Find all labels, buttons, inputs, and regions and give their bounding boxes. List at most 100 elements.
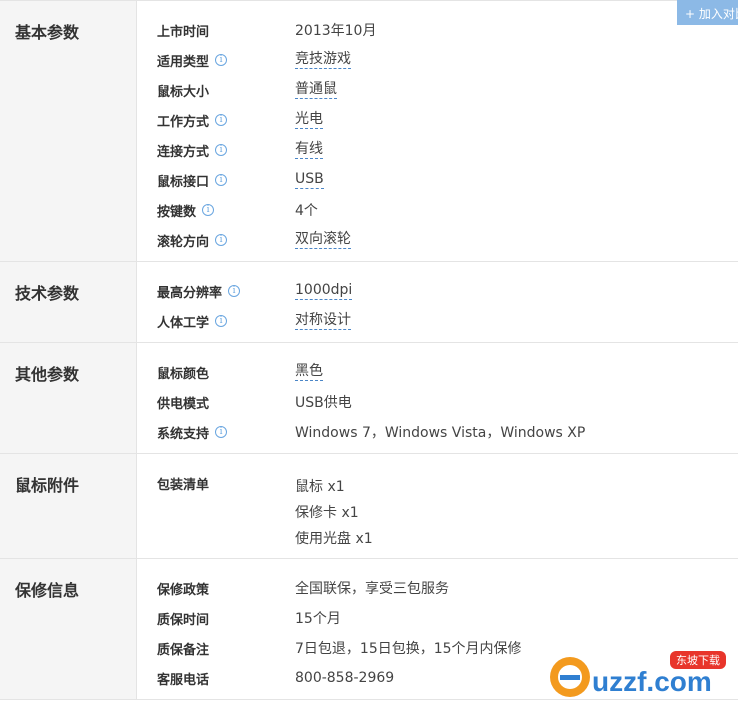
spec-label-text: 质保时间: [157, 612, 210, 628]
spec-label-text: 上市时间: [157, 24, 210, 40]
spec-row: 最高分辨率 i 1000dpi: [137, 276, 738, 306]
spec-label-text: 鼠标颜色: [157, 366, 210, 382]
spec-label: 人体工学 i: [137, 312, 295, 331]
spec-row: 按键数 i 4个: [137, 195, 738, 225]
spec-value-link[interactable]: 双向滚轮: [295, 231, 351, 249]
spec-value: 800-858-2969: [295, 670, 395, 686]
spec-row: 供电模式 USB供电: [137, 387, 738, 417]
spec-label-text: 鼠标接口: [157, 174, 210, 190]
info-icon[interactable]: i: [215, 234, 228, 246]
spec-value: 使用光盘 x1: [295, 531, 373, 547]
spec-section: 技术参数 最高分辨率 i 1000dpi 人体工学 i 对称设计: [0, 262, 738, 343]
info-icon[interactable]: i: [215, 54, 228, 66]
spec-row: 鼠标大小 普通鼠: [137, 75, 738, 105]
info-icon[interactable]: i: [215, 315, 228, 327]
section-body: 最高分辨率 i 1000dpi 人体工学 i 对称设计: [137, 262, 738, 342]
section-body: 鼠标颜色 黑色供电模式 USB供电系统支持 i Windows 7，Windows Vi…: [137, 343, 738, 453]
spec-label: 连接方式 i: [137, 141, 295, 160]
spec-label-text: 按键数: [157, 204, 197, 220]
section-title: 鼠标附件: [0, 454, 137, 558]
add-compare-button[interactable]: + 加入对比: [677, 0, 738, 25]
info-icon[interactable]: i: [215, 174, 228, 186]
spec-label-text: 供电模式: [157, 396, 210, 412]
spec-label: 保修政策: [137, 579, 295, 598]
spec-table: 基本参数 上市时间 2013年10月 适用类型 i 竞技游戏 鼠标大小 普通鼠 工作方式 i 光电连…: [0, 0, 738, 700]
spec-label-text: 包装清单: [157, 478, 210, 493]
spec-row: 适用类型 i 竞技游戏: [137, 45, 738, 75]
spec-label: 系统支持 i: [137, 423, 295, 442]
spec-value-link[interactable]: 有线: [295, 141, 323, 159]
spec-value: 7日包退，15日包换，15个月内保修: [295, 641, 522, 657]
spec-value-link[interactable]: USB: [295, 171, 324, 189]
spec-value-link[interactable]: 1000dpi: [295, 282, 353, 300]
spec-label: 质保备注: [137, 639, 295, 658]
spec-row: 包装清单 鼠标 x1 保修卡 x1 使用光盘 x1: [137, 468, 738, 552]
spec-value: 保修卡 x1: [295, 505, 359, 521]
spec-label-text: 质保备注: [157, 642, 210, 658]
spec-label-text: 客服电话: [157, 672, 210, 688]
spec-value: 全国联保，享受三包服务: [295, 581, 449, 597]
spec-label: 滚轮方向 i: [137, 231, 295, 250]
info-icon[interactable]: i: [215, 426, 228, 438]
watermark-e-icon: [550, 657, 590, 697]
spec-label-text: 系统支持: [157, 426, 210, 442]
spec-value-list: 鼠标 x1 保修卡 x1 使用光盘 x1: [295, 474, 373, 552]
section-title: 技术参数: [0, 262, 137, 342]
watermark-tag-text: 东坡下载: [676, 654, 720, 667]
spec-value-link[interactable]: 黑色: [295, 363, 323, 381]
spec-value-link[interactable]: 普通鼠: [295, 81, 337, 99]
spec-value: 4个: [295, 203, 318, 219]
spec-value: USB供电: [295, 395, 352, 411]
spec-label: 质保时间: [137, 609, 295, 628]
watermark-brand-text: uzzf.com: [592, 666, 712, 697]
info-icon[interactable]: i: [202, 204, 215, 216]
info-icon[interactable]: i: [228, 285, 241, 297]
section-body: 包装清单 鼠标 x1 保修卡 x1 使用光盘 x1: [137, 454, 738, 558]
spec-row: 工作方式 i 光电: [137, 105, 738, 135]
spec-label-text: 保修政策: [157, 582, 210, 598]
spec-row: 质保时间 15个月: [137, 603, 738, 633]
spec-label-text: 连接方式: [157, 144, 210, 160]
uzzf-watermark-logo: uzzf.com 东坡下载: [550, 651, 726, 697]
spec-label: 最高分辨率 i: [137, 282, 295, 301]
section-title: 保修信息: [0, 559, 137, 699]
spec-label-text: 适用类型: [157, 54, 210, 70]
spec-label: 工作方式 i: [137, 111, 295, 130]
spec-section: 鼠标附件 包装清单 鼠标 x1 保修卡 x1 使用光盘 x1: [0, 454, 738, 559]
spec-value: Windows 7，Windows Vista，Windows XP: [295, 425, 586, 441]
spec-value: 鼠标 x1: [295, 479, 345, 495]
spec-label-text: 鼠标大小: [157, 84, 210, 100]
spec-value-link[interactable]: 光电: [295, 111, 323, 129]
spec-value: 2013年10月: [295, 23, 377, 39]
spec-label-text: 人体工学: [157, 315, 210, 331]
spec-row: 上市时间 2013年10月: [137, 15, 738, 45]
spec-label: 供电模式: [137, 393, 295, 412]
spec-row: 系统支持 i Windows 7，Windows Vista，Windows XP: [137, 417, 738, 447]
spec-label: 鼠标大小: [137, 81, 295, 100]
spec-label: 鼠标接口 i: [137, 171, 295, 190]
spec-value: 15个月: [295, 611, 341, 627]
spec-label: 适用类型 i: [137, 51, 295, 70]
spec-row: 鼠标接口 i USB: [137, 165, 738, 195]
info-icon[interactable]: i: [215, 144, 228, 156]
spec-row: 人体工学 i 对称设计: [137, 306, 738, 336]
info-icon[interactable]: i: [215, 114, 228, 126]
spec-value-link[interactable]: 竞技游戏: [295, 51, 351, 69]
spec-label: 按键数 i: [137, 201, 295, 220]
spec-row: 连接方式 i 有线: [137, 135, 738, 165]
spec-label-text: 最高分辨率: [157, 285, 223, 301]
spec-label: 客服电话: [137, 669, 295, 688]
spec-row: 鼠标颜色 黑色: [137, 357, 738, 387]
spec-label-text: 工作方式: [157, 114, 210, 130]
section-body: 上市时间 2013年10月适用类型 i 竞技游戏鼠标大小 普通鼠工作方式 i 光电连接方式 i…: [137, 1, 738, 261]
spec-value-link[interactable]: 对称设计: [295, 312, 351, 330]
spec-label: 上市时间: [137, 21, 295, 40]
spec-label: 鼠标颜色: [137, 363, 295, 382]
section-title: 其他参数: [0, 343, 137, 453]
spec-row: 滚轮方向 i 双向滚轮: [137, 225, 738, 255]
spec-section: 基本参数 上市时间 2013年10月 适用类型 i 竞技游戏 鼠标大小 普通鼠 工作方式 i 光电连…: [0, 1, 738, 262]
spec-label-text: 滚轮方向: [157, 234, 210, 250]
spec-label: 包装清单: [137, 474, 295, 493]
spec-row: 保修政策 全国联保，享受三包服务: [137, 573, 738, 603]
spec-section: 其他参数 鼠标颜色 黑色供电模式 USB供电系统支持 i Windows 7，Window…: [0, 343, 738, 454]
